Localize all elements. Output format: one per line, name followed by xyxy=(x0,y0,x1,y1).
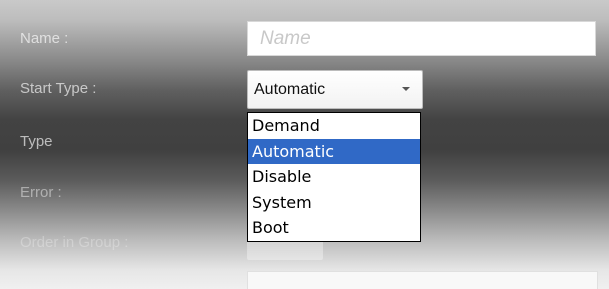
type-label: Type xyxy=(20,133,53,150)
dropdown-option-automatic[interactable]: Automatic xyxy=(248,138,420,165)
dropdown-option-disable[interactable]: Disable xyxy=(248,164,420,190)
start-type-dropdown-list[interactable]: Demand Automatic Disable System Boot xyxy=(247,112,421,242)
bottom-input-field[interactable] xyxy=(247,271,598,289)
dropdown-option-system[interactable]: System xyxy=(248,190,420,216)
start-type-value: Automatic xyxy=(254,80,326,98)
order-in-group-label: Order in Group : xyxy=(20,234,129,251)
name-placeholder: Name xyxy=(260,27,311,49)
chevron-down-icon xyxy=(402,87,410,91)
dropdown-option-boot[interactable]: Boot xyxy=(248,215,420,241)
name-label: Name : xyxy=(20,30,69,47)
error-label: Error : xyxy=(20,184,62,201)
dropdown-option-demand[interactable]: Demand xyxy=(248,113,420,139)
start-type-label: Start Type : xyxy=(20,80,97,97)
start-type-select[interactable]: Automatic xyxy=(247,70,423,109)
service-properties-panel: Name : Name Start Type : Automatic Type … xyxy=(0,0,609,289)
name-input[interactable]: Name xyxy=(247,21,596,56)
